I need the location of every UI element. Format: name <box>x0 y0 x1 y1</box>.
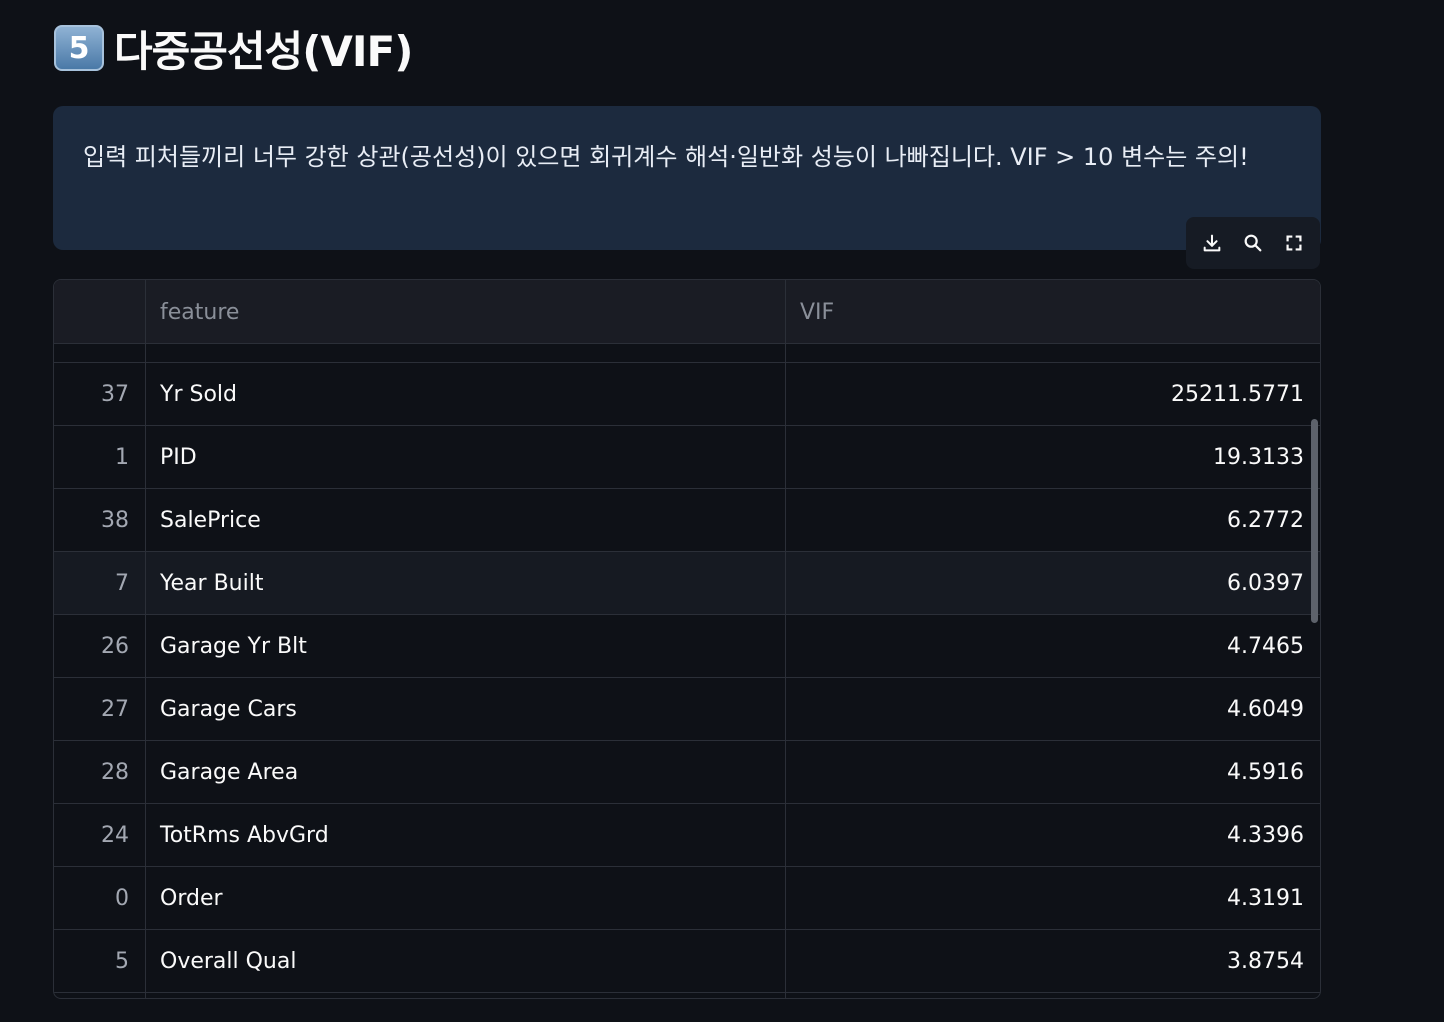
dataframe-toolbar <box>1186 217 1320 269</box>
vif-cell[interactable]: 25211.5771 <box>786 363 1320 425</box>
download-icon <box>1203 234 1221 252</box>
table-row[interactable]: 38 SalePrice 6.2772 <box>54 489 1320 552</box>
table-header: feature VIF <box>54 280 1320 344</box>
table-row[interactable]: 26 Garage Yr Blt 4.7465 <box>54 615 1320 678</box>
feature-cell[interactable]: TotRms AbvGrd <box>146 804 786 866</box>
table-row-partial <box>54 344 1320 363</box>
row-index[interactable]: 26 <box>54 615 146 677</box>
vif-cell[interactable]: 3.8754 <box>786 930 1320 992</box>
feature-cell[interactable]: Garage Cars <box>146 678 786 740</box>
table-row-hovered[interactable]: 7 Year Built 6.0397 <box>54 552 1320 615</box>
section-heading: 5 다중공선성(VIF) <box>54 18 413 78</box>
vif-cell[interactable]: 4.3396 <box>786 804 1320 866</box>
table-row[interactable]: 24 TotRms AbvGrd 4.3396 <box>54 804 1320 867</box>
feature-cell[interactable]: PID <box>146 426 786 488</box>
fullscreen-icon <box>1286 235 1302 251</box>
vif-column-header[interactable]: VIF <box>786 280 1320 344</box>
row-index[interactable]: 28 <box>54 741 146 803</box>
feature-cell[interactable]: Overall Qual <box>146 930 786 992</box>
feature-cell[interactable]: Yr Sold <box>146 363 786 425</box>
table-body: 37 Yr Sold 25211.5771 1 PID 19.3133 38 S… <box>54 344 1320 998</box>
vertical-scrollbar[interactable] <box>1311 419 1318 623</box>
table-row[interactable]: 27 Garage Cars 4.6049 <box>54 678 1320 741</box>
vif-cell[interactable]: 4.7465 <box>786 615 1320 677</box>
feature-cell[interactable]: Year Built <box>146 552 786 614</box>
number-five-badge-icon: 5 <box>54 25 104 71</box>
feature-cell[interactable]: Order <box>146 867 786 929</box>
row-index[interactable]: 0 <box>54 867 146 929</box>
feature-cell[interactable]: Garage Yr Blt <box>146 615 786 677</box>
row-index[interactable]: 5 <box>54 930 146 992</box>
vif-cell[interactable]: 4.3191 <box>786 867 1320 929</box>
vif-dataframe[interactable]: feature VIF 37 Yr Sold 25211.5771 1 PID … <box>53 279 1321 999</box>
row-index[interactable]: 37 <box>54 363 146 425</box>
download-button[interactable] <box>1196 227 1228 259</box>
info-text: 입력 피처들끼리 너무 강한 상관(공선성)이 있으면 회귀계수 해석·일반화 … <box>83 143 1249 171</box>
info-callout: 입력 피처들끼리 너무 강한 상관(공선성)이 있으면 회귀계수 해석·일반화 … <box>53 106 1321 250</box>
table-row[interactable]: 37 Yr Sold 25211.5771 <box>54 363 1320 426</box>
row-index[interactable]: 38 <box>54 489 146 551</box>
table-row[interactable]: 5 Overall Qual 3.8754 <box>54 930 1320 993</box>
vif-cell[interactable]: 6.0397 <box>786 552 1320 614</box>
row-index[interactable]: 24 <box>54 804 146 866</box>
table-row-partial <box>54 993 1320 998</box>
search-button[interactable] <box>1237 227 1269 259</box>
feature-cell[interactable]: Garage Area <box>146 741 786 803</box>
table-row[interactable]: 28 Garage Area 4.5916 <box>54 741 1320 804</box>
search-icon <box>1244 234 1262 252</box>
row-index[interactable]: 27 <box>54 678 146 740</box>
vif-cell[interactable]: 4.5916 <box>786 741 1320 803</box>
table-row[interactable]: 0 Order 4.3191 <box>54 867 1320 930</box>
index-column-header[interactable] <box>54 280 146 344</box>
section-title: 다중공선성(VIF) <box>114 26 413 76</box>
vif-cell[interactable]: 19.3133 <box>786 426 1320 488</box>
row-index[interactable]: 7 <box>54 552 146 614</box>
vif-cell[interactable]: 4.6049 <box>786 678 1320 740</box>
feature-cell[interactable]: SalePrice <box>146 489 786 551</box>
table-row[interactable]: 1 PID 19.3133 <box>54 426 1320 489</box>
row-index[interactable]: 1 <box>54 426 146 488</box>
vif-cell[interactable]: 6.2772 <box>786 489 1320 551</box>
page: 5 다중공선성(VIF) 입력 피처들끼리 너무 강한 상관(공선성)이 있으면… <box>0 0 1444 1022</box>
feature-column-header[interactable]: feature <box>146 280 786 344</box>
fullscreen-button[interactable] <box>1278 227 1310 259</box>
